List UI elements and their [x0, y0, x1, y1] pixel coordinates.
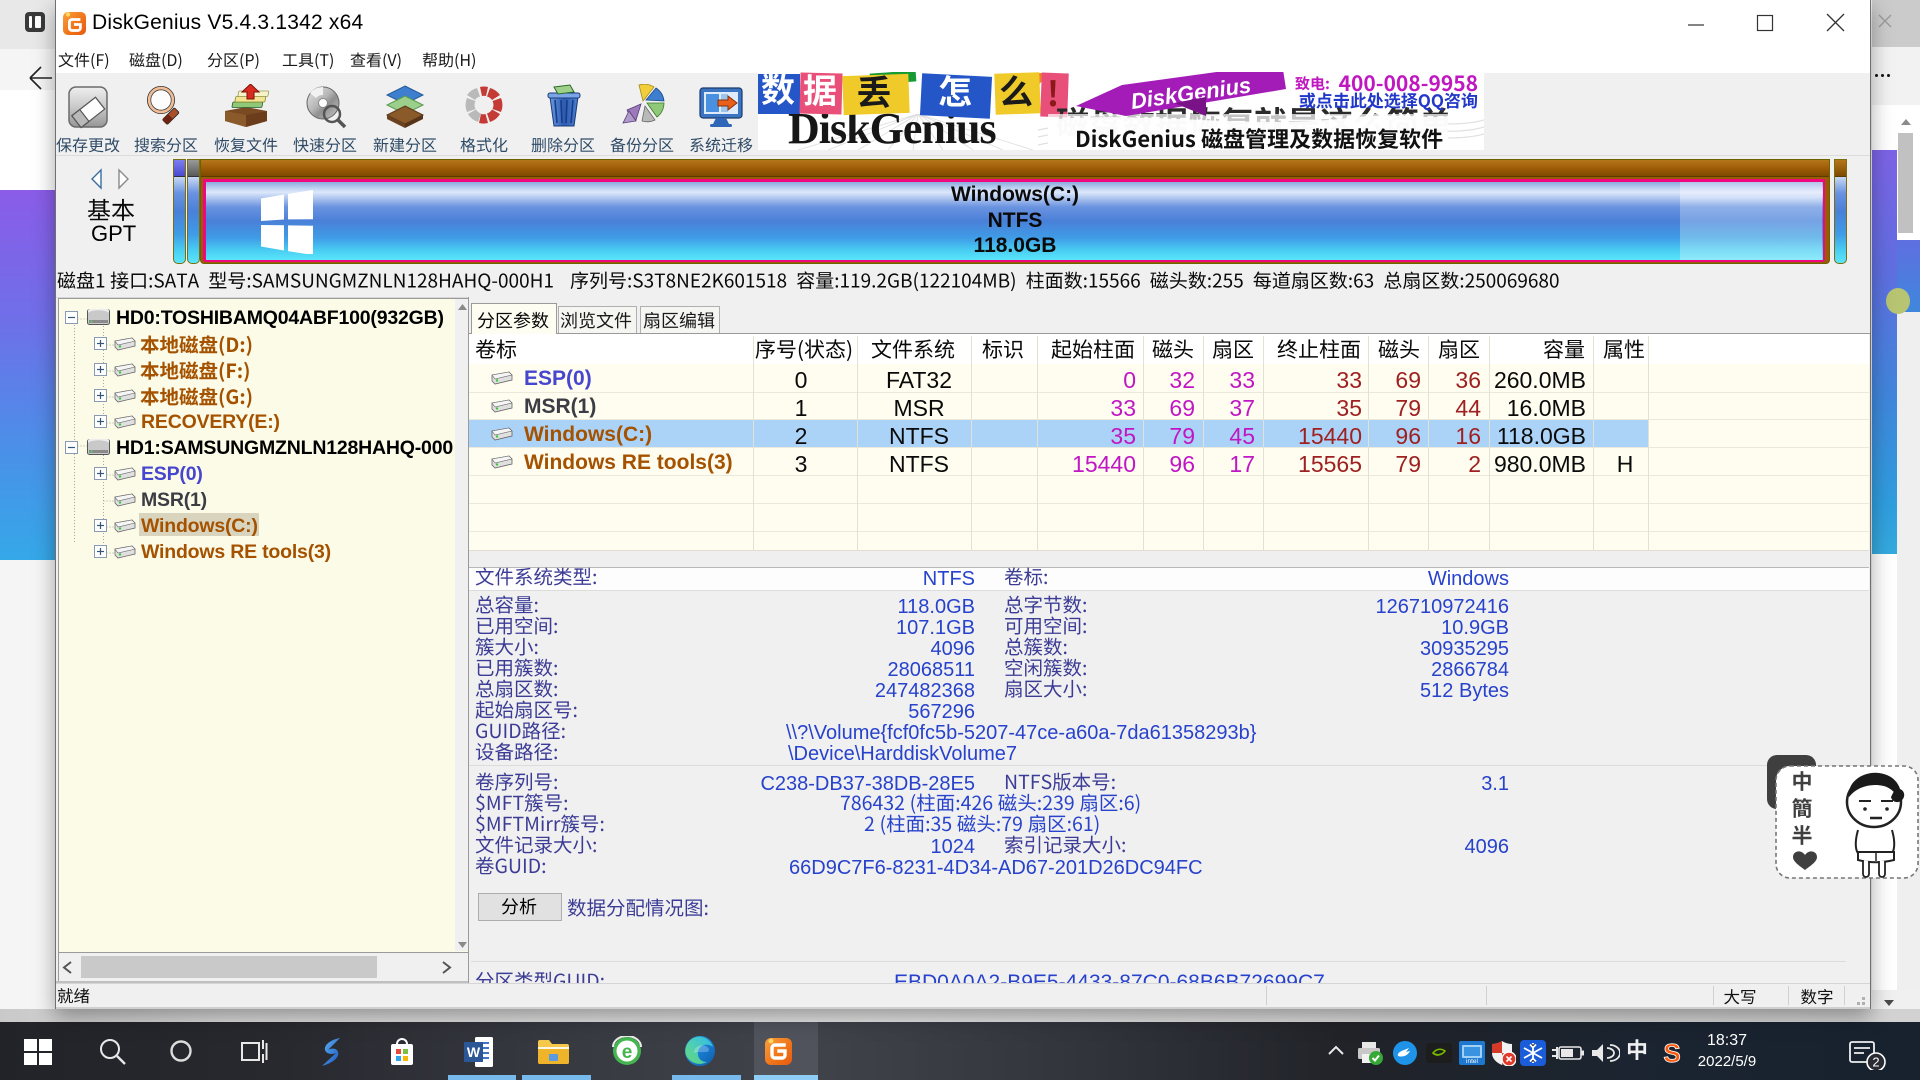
- svg-text:e: e: [622, 1042, 633, 1063]
- svg-text:S: S: [1663, 1038, 1680, 1068]
- svg-text:intel: intel: [1466, 1058, 1478, 1065]
- svg-text:W: W: [467, 1044, 481, 1060]
- svg-text:2: 2: [1872, 1055, 1879, 1070]
